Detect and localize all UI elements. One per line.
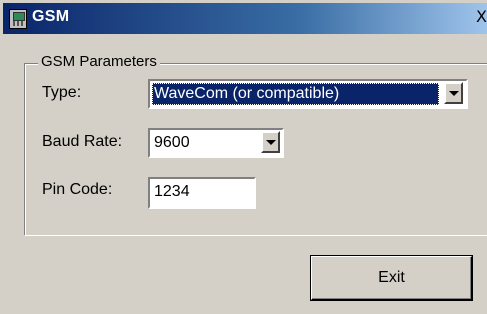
gsm-dialog-window: GSM X GSM Parameters Type: WaveCom (or c… (0, 0, 487, 314)
chevron-down-icon (266, 140, 276, 145)
type-dropdown-button[interactable] (444, 82, 463, 104)
pin-code-field[interactable]: 1234 (148, 177, 256, 209)
groupbox-legend: GSM Parameters (38, 53, 160, 70)
phone-screen (13, 12, 25, 21)
type-label: Type: (42, 84, 82, 101)
baud-rate-dropdown[interactable]: 9600 (148, 128, 284, 158)
baud-rate-value: 9600 (154, 134, 190, 151)
type-dropdown[interactable]: WaveCom (or compatible) (148, 79, 468, 109)
baud-rate-label: Baud Rate: (42, 133, 123, 150)
baud-rate-dropdown-button[interactable] (261, 131, 280, 153)
type-selected-value: WaveCom (or compatible) (152, 83, 439, 105)
chevron-down-icon (449, 91, 459, 96)
phone-keypad (13, 21, 23, 26)
exit-button[interactable]: Exit (311, 256, 472, 300)
window-title: GSM (32, 8, 70, 25)
gsm-phone-icon (9, 9, 27, 29)
title-bar[interactable]: GSM (3, 3, 487, 34)
close-icon[interactable]: X (476, 8, 487, 26)
pin-code-label: Pin Code: (42, 181, 113, 198)
